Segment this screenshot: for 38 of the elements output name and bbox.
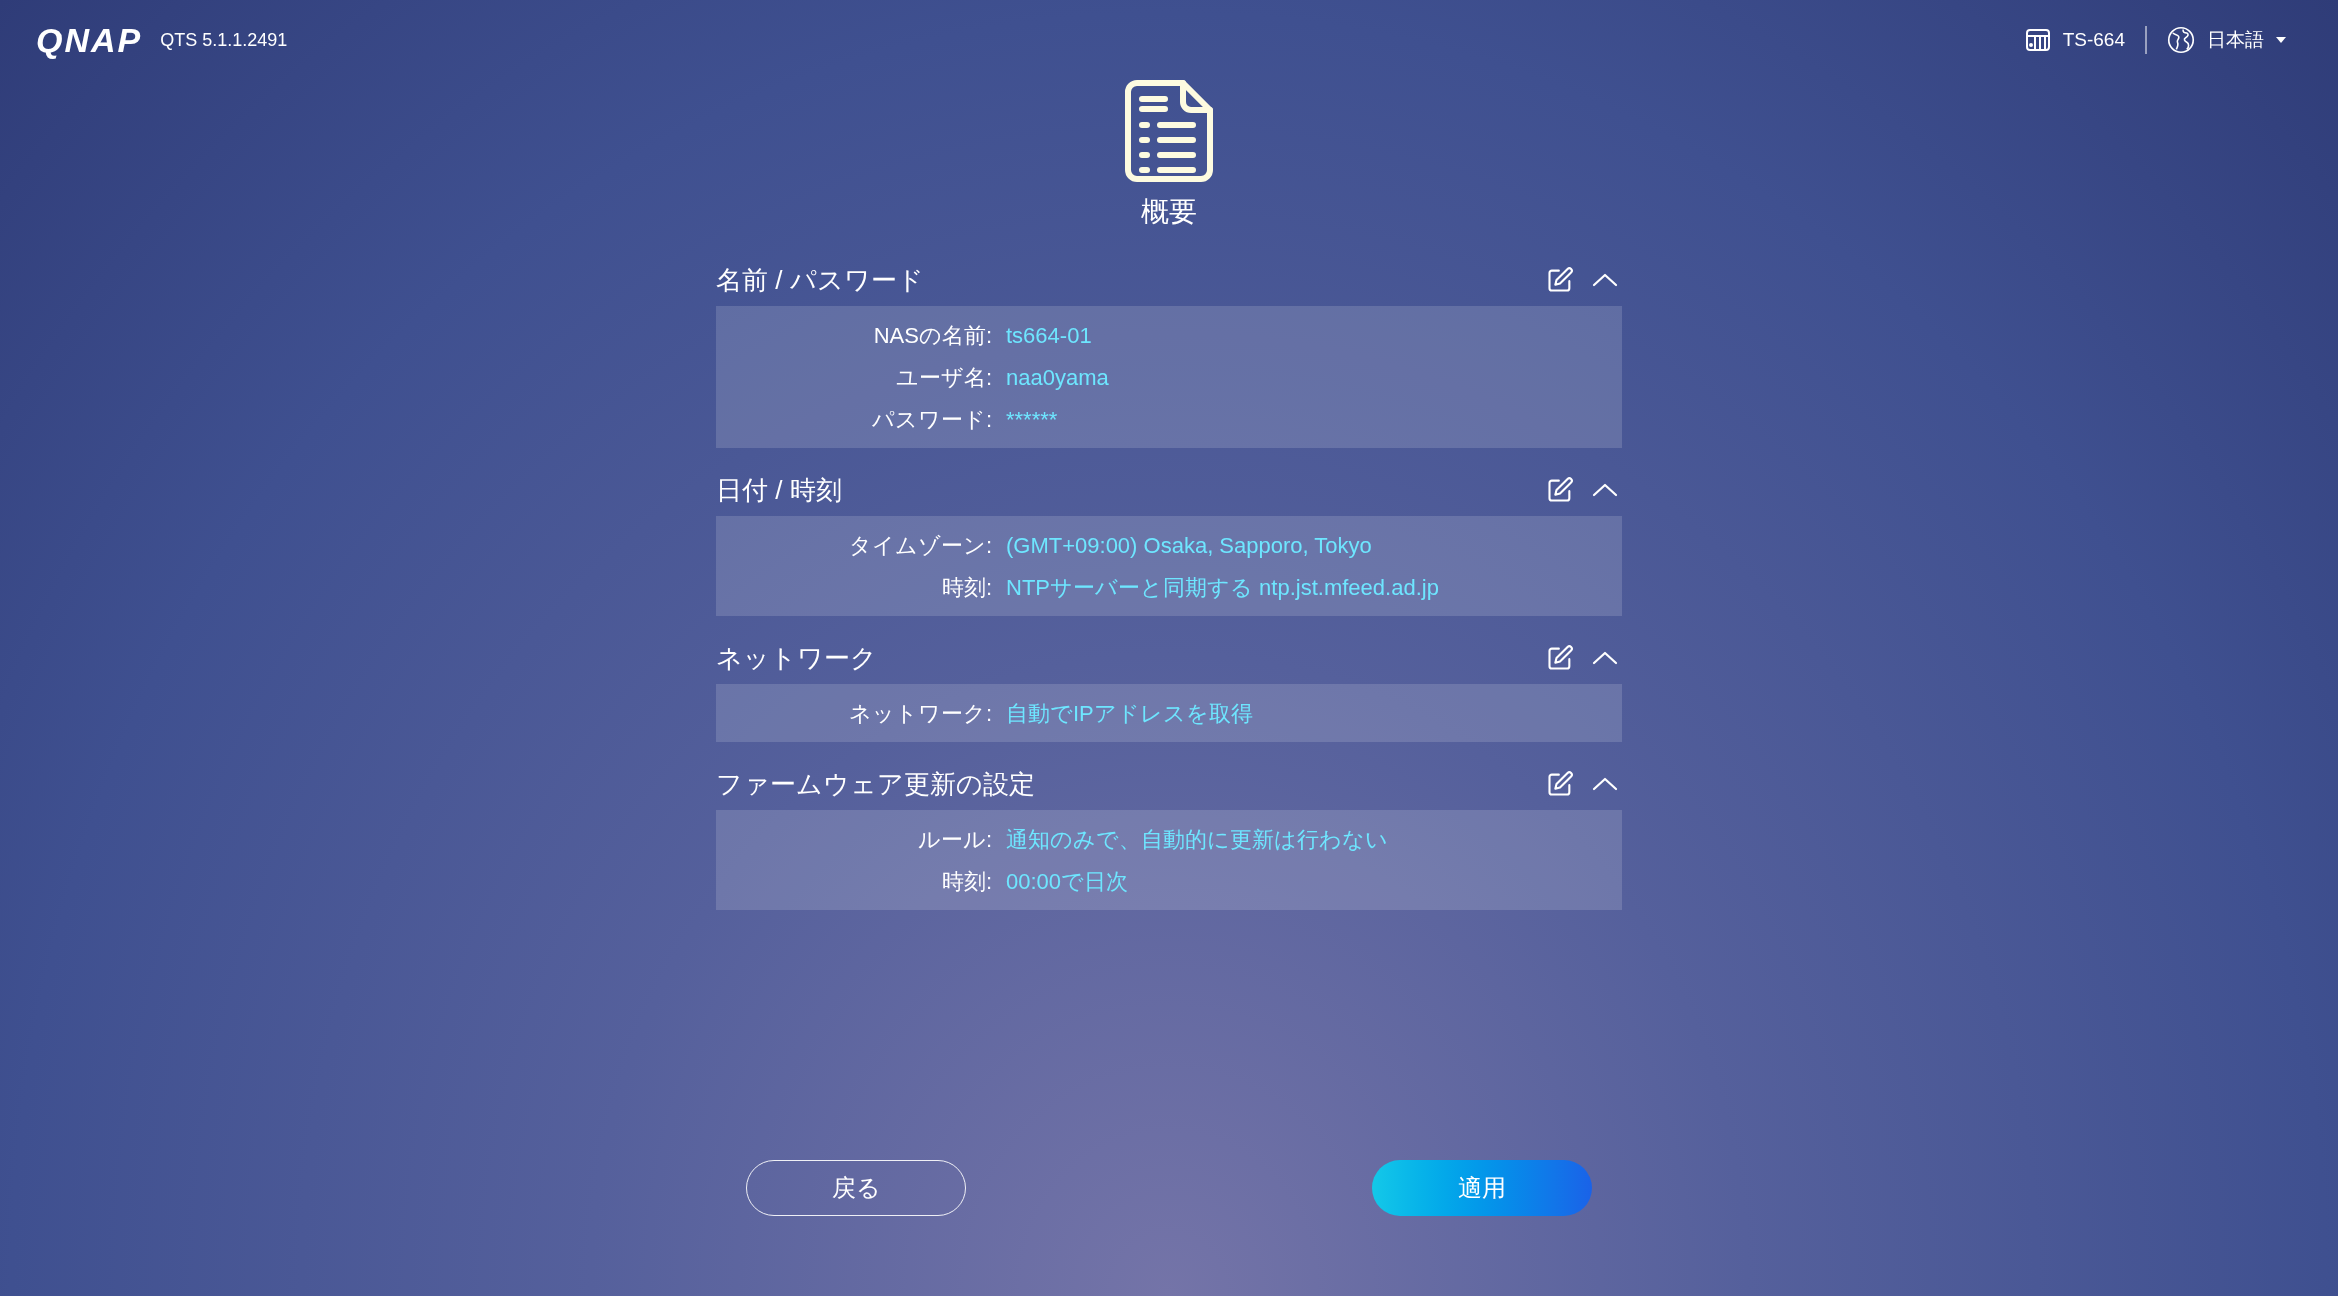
field-label: 時刻: <box>940 573 993 602</box>
section-title: ネットワーク <box>716 641 877 675</box>
dropdown-caret-icon <box>2276 37 2286 43</box>
field-value: NTPサーバーと同期する ntp.jst.mfeed.ad.jp <box>1006 573 1439 602</box>
field-value: ts664-01 <box>1006 321 1092 350</box>
section-title: 日付 / 時刻 <box>716 473 842 507</box>
field-label: ユーザ名: <box>894 363 993 392</box>
field-value: 自動でIPアドレスを取得 <box>1006 699 1253 728</box>
edit-icon[interactable] <box>1546 770 1574 798</box>
field-value: (GMT+09:00) Osaka, Sapporo, Tokyo <box>1006 531 1372 560</box>
field-label: ネットワーク: <box>847 699 993 728</box>
edit-icon[interactable] <box>1546 476 1574 504</box>
field-value: 通知のみで、自動的に更新は行わない <box>1006 825 1388 854</box>
section-title: 名前 / パスワード <box>716 263 924 297</box>
field-value: ****** <box>1006 405 1058 434</box>
field-label: 時刻: <box>940 867 993 896</box>
chevron-up-icon[interactable] <box>1592 776 1618 792</box>
field-label: パスワード: <box>870 405 993 434</box>
field-label: ルール: <box>916 825 993 854</box>
edit-icon[interactable] <box>1546 644 1574 672</box>
logo: QNAP <box>36 23 143 57</box>
field-value: naa0yama <box>1006 363 1109 392</box>
chevron-up-icon[interactable] <box>1592 272 1618 288</box>
device-name: TS-664 <box>2062 27 2125 52</box>
globe-icon <box>2167 26 2195 54</box>
chevron-up-icon[interactable] <box>1592 650 1618 666</box>
edit-icon[interactable] <box>1546 266 1574 294</box>
language-selector[interactable]: 日本語 <box>2167 25 2286 55</box>
version-text: QTS 5.1.1.2491 <box>160 28 288 52</box>
field-label: タイムゾーン: <box>847 531 993 560</box>
page-title: 概要 <box>1141 198 1197 226</box>
apply-button[interactable]: 適用 <box>1372 1160 1592 1216</box>
document-icon <box>1125 80 1213 182</box>
nas-device-icon <box>2024 27 2051 53</box>
chevron-up-icon[interactable] <box>1592 482 1618 498</box>
field-label: NASの名前: <box>872 321 993 350</box>
section-title: ファームウェア更新の設定 <box>716 767 1035 801</box>
field-value: 00:00で日次 <box>1006 867 1129 896</box>
